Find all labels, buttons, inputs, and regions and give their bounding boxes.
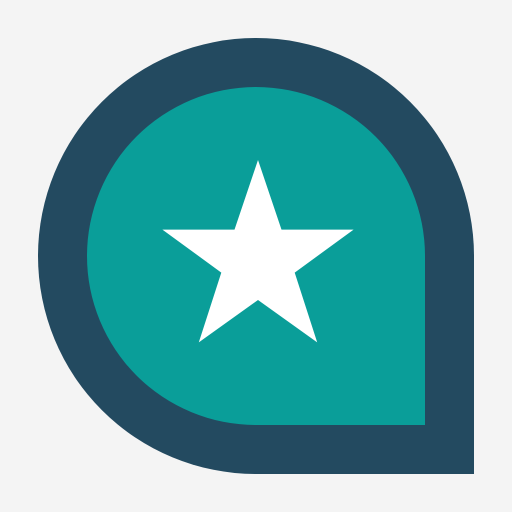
app-icon-canvas: [0, 0, 512, 512]
star-pin-logo: [38, 38, 474, 474]
